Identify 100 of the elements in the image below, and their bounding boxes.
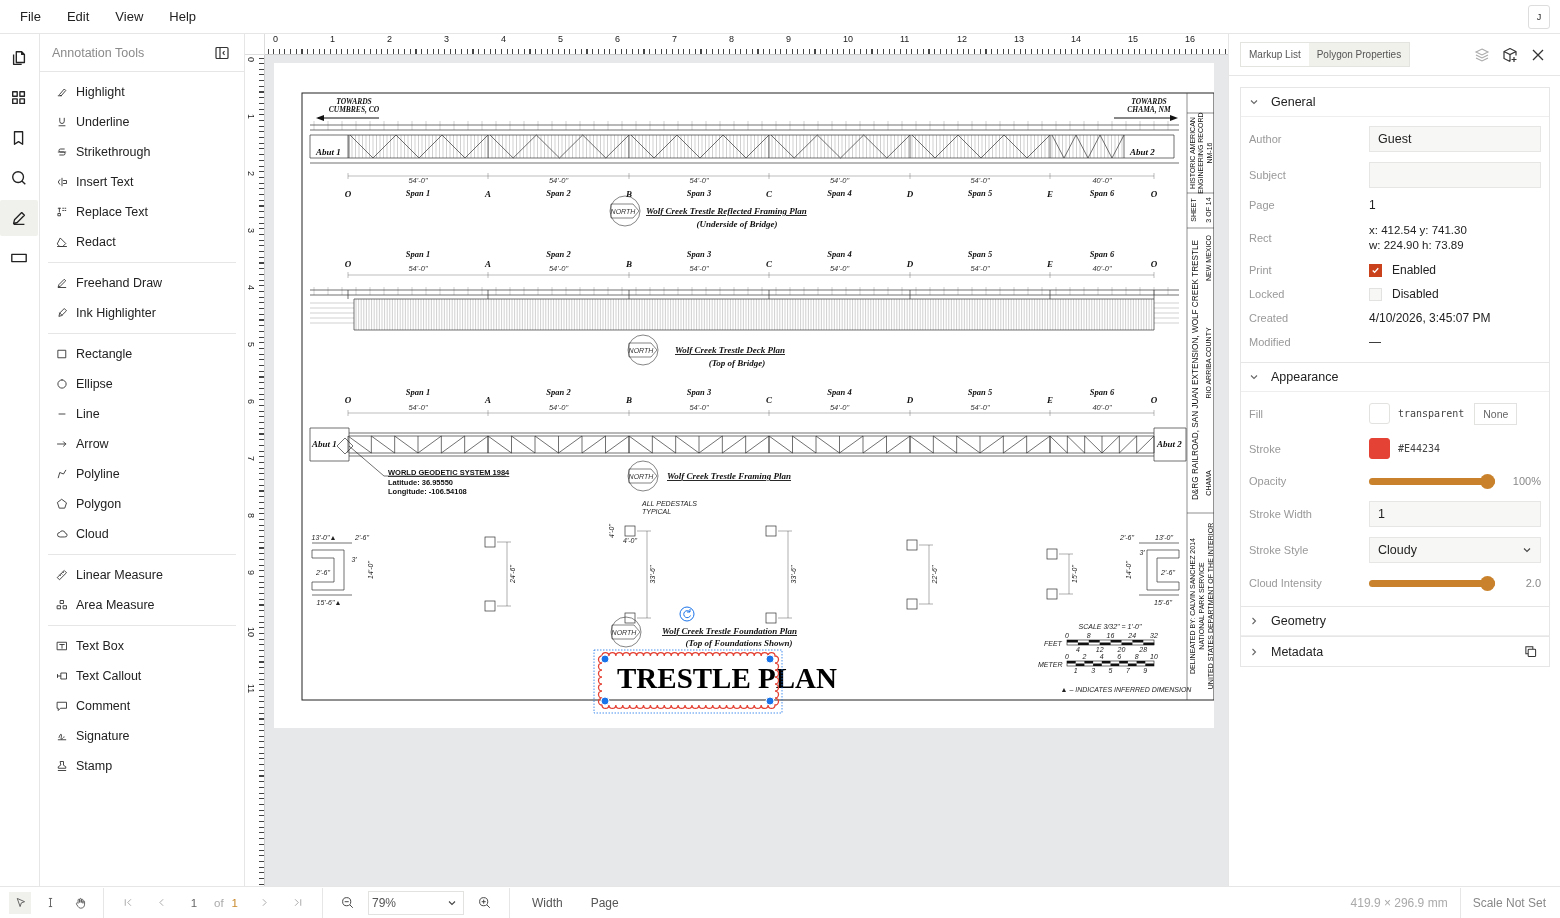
resize-handle[interactable] <box>600 696 610 706</box>
copy-icon[interactable] <box>1524 645 1537 658</box>
hand-icon <box>73 896 87 909</box>
menu-item[interactable]: File <box>11 9 50 24</box>
span-label: Span 3 <box>686 188 712 198</box>
plan-subtitle: (Top of Foundations Shown) <box>685 638 793 648</box>
property-label: Stroke <box>1249 442 1282 455</box>
tool-item[interactable]: Insert Text <box>56 167 228 197</box>
slider-value: 2.0 <box>1524 577 1541 589</box>
property-label: Modified <box>1249 336 1292 348</box>
tool-item[interactable]: Highlight <box>56 77 228 107</box>
pencil-button[interactable] <box>0 200 38 236</box>
page-of-label: of <box>214 896 224 909</box>
tool-item[interactable]: Linear Measure <box>56 560 228 590</box>
slider[interactable] <box>1369 473 1495 489</box>
tool-item[interactable]: Text Callout <box>56 661 228 691</box>
station-label: C <box>766 259 772 269</box>
fit-button[interactable]: Page <box>580 891 629 914</box>
zoom-out-icon[interactable] <box>341 896 354 909</box>
page-number-field[interactable]: 1 <box>182 896 206 909</box>
color-swatch[interactable] <box>1369 438 1390 459</box>
select-dropdown[interactable]: Cloudy <box>1369 537 1541 563</box>
span-label: Span 3 <box>686 249 712 259</box>
tool-item[interactable]: Polygon <box>56 489 228 519</box>
property-value: x: 412.54 y: 741.30 <box>1369 222 1467 238</box>
panel-tab[interactable]: Polygon Properties <box>1308 43 1410 66</box>
tool-item[interactable]: Arrow <box>56 429 228 459</box>
station-label: D <box>906 259 914 269</box>
ruler-label: 9 <box>785 34 792 45</box>
ruler-label: 0 <box>272 34 279 45</box>
title-block-text: D&RG RAILROAD, SAN JUAN EXTENSION, WOLF CREEK TRESTLE <box>1191 239 1200 501</box>
menu-item[interactable]: View <box>106 9 153 24</box>
ruler-label: 5 <box>247 342 255 347</box>
property-label: Stroke Style <box>1249 544 1310 556</box>
slider-thumb[interactable] <box>1480 575 1495 591</box>
property-value: — <box>1369 335 1381 349</box>
ruler-label: 8 <box>247 513 255 518</box>
tool-item[interactable]: Rectangle <box>56 339 228 369</box>
fit-button[interactable]: Width <box>522 891 573 914</box>
tool-item[interactable]: Polyline <box>56 459 228 489</box>
tool-item[interactable]: Text Box <box>56 631 228 661</box>
tool-item[interactable]: Comment <box>56 691 228 721</box>
tool-item[interactable]: Ellipse <box>56 369 228 399</box>
tool-item[interactable]: Replace Text <box>56 197 228 227</box>
north-arrow-drawing <box>609 195 641 227</box>
tool-item[interactable]: Underline <box>56 107 228 137</box>
text-insert-icon <box>56 176 68 188</box>
scale-status[interactable]: Scale Not Set <box>1472 895 1552 910</box>
tool-item[interactable]: Cloud <box>56 519 228 549</box>
tool-item[interactable]: Freehand Draw <box>56 268 228 298</box>
menu-item[interactable]: Edit <box>57 9 99 24</box>
resize-handle[interactable] <box>765 654 775 664</box>
ruler-label: 16 <box>1184 34 1196 45</box>
station-label: E <box>1047 259 1053 269</box>
page-size-label: 419.9 × 296.9 mm <box>1350 895 1448 910</box>
text-field[interactable]: 1 <box>1369 501 1541 527</box>
color-value: transparent <box>1398 408 1465 419</box>
none-button[interactable]: None <box>1474 402 1518 425</box>
polyline-icon <box>56 468 68 480</box>
ruler-label: 7 <box>671 34 678 45</box>
sidebar-collapse-icon[interactable] <box>215 45 229 60</box>
slider[interactable] <box>1369 575 1495 591</box>
station-label: D <box>906 189 914 199</box>
property-label: Fill <box>1249 407 1265 420</box>
tool-item[interactable]: Redact <box>56 227 228 257</box>
ruler-label: 0 <box>247 57 255 62</box>
span-label: Span 4 <box>827 249 852 259</box>
ruler-label: 6 <box>614 34 621 45</box>
tool-item[interactable]: Ink Highlighter <box>56 298 228 328</box>
resize-handle[interactable] <box>765 696 775 706</box>
slider-thumb[interactable] <box>1480 473 1495 489</box>
tool-item[interactable]: Line <box>56 399 228 429</box>
ruler-label: 2 <box>386 34 393 45</box>
ruler-label: 9 <box>247 570 255 575</box>
property-label: Subject <box>1249 169 1287 181</box>
span-label: Span 2 <box>546 249 571 259</box>
text-field[interactable] <box>1369 162 1541 188</box>
tool-item[interactable]: Stamp <box>56 751 228 781</box>
span-label: Span 6 <box>1089 188 1115 198</box>
ruler-label: 8 <box>728 34 735 45</box>
checkbox[interactable] <box>1369 263 1382 277</box>
package-plus-icon[interactable] <box>1502 46 1518 63</box>
resize-handle[interactable] <box>600 654 610 664</box>
pointer-tool-button[interactable] <box>9 891 31 914</box>
station-label: O <box>344 189 352 199</box>
tool-item[interactable]: Strikethrough <box>56 137 228 167</box>
span-label: Span 5 <box>967 387 993 397</box>
chevron-down-icon <box>1522 545 1532 555</box>
rotate-handle-icon[interactable] <box>679 606 695 622</box>
zoom-in-icon[interactable] <box>478 896 491 909</box>
highlighter-icon <box>56 86 68 98</box>
tool-item[interactable]: Area Measure <box>56 590 228 620</box>
user-avatar[interactable]: J <box>1528 4 1550 29</box>
menu-item[interactable]: Help <box>160 9 206 24</box>
zoom-select[interactable]: 79% <box>368 890 464 915</box>
tool-item[interactable]: Signature <box>56 721 228 751</box>
text-field[interactable]: Guest <box>1369 126 1541 152</box>
checkbox-label: Disabled <box>1392 287 1439 301</box>
plan-subtitle: (Top of Bridge) <box>708 358 766 368</box>
station-label: C <box>766 395 772 405</box>
